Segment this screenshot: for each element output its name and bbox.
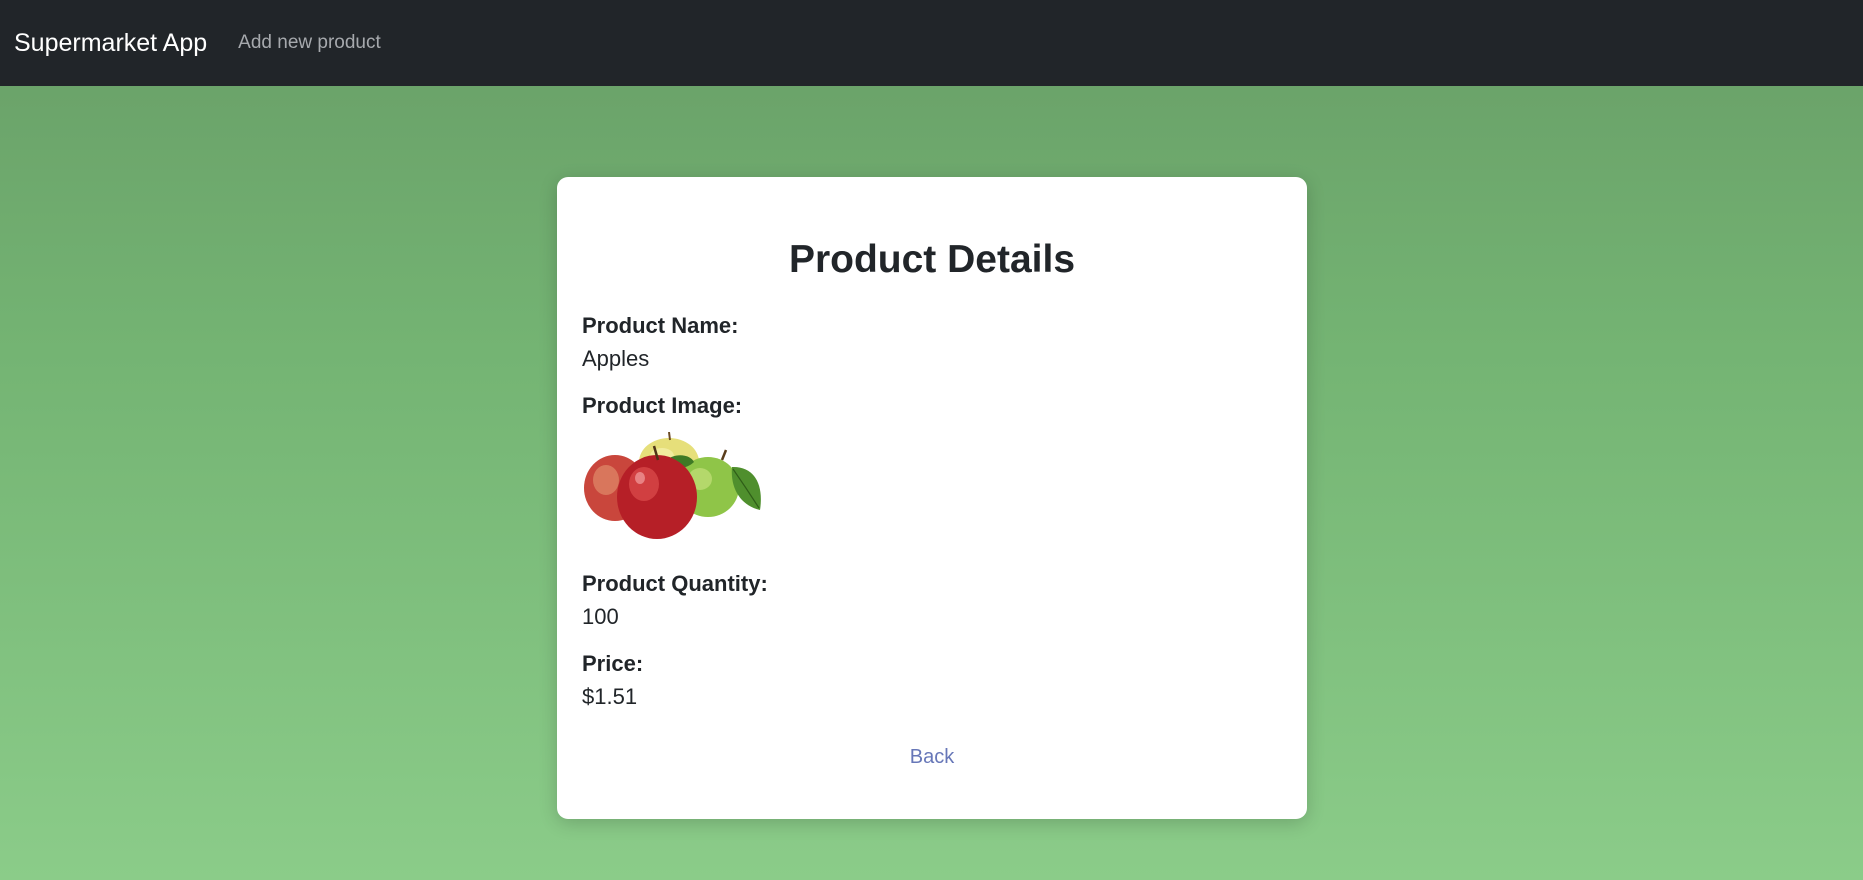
price-label: Price: — [582, 651, 644, 676]
product-quantity-label: Product Quantity: — [582, 571, 768, 596]
brand-link[interactable]: Supermarket App — [14, 29, 207, 58]
product-image — [584, 432, 761, 539]
product-details-card: Product Details Product Name: Apples Pro… — [557, 177, 1307, 819]
product-quantity-value: 100 — [582, 604, 619, 629]
back-link[interactable]: Back — [910, 746, 954, 768]
top-navbar: Supermarket App Add new product — [0, 0, 1863, 86]
product-name-value: Apples — [582, 346, 650, 371]
page-title: Product Details — [788, 238, 1076, 281]
add-new-product-link[interactable]: Add new product — [238, 32, 381, 54]
back-link-container: Back — [582, 746, 1282, 769]
product-name-label: Product Name: — [582, 313, 739, 338]
front-red-apple — [617, 455, 697, 539]
product-image-label: Product Image: — [582, 393, 743, 418]
price-value: $1.51 — [582, 684, 638, 709]
